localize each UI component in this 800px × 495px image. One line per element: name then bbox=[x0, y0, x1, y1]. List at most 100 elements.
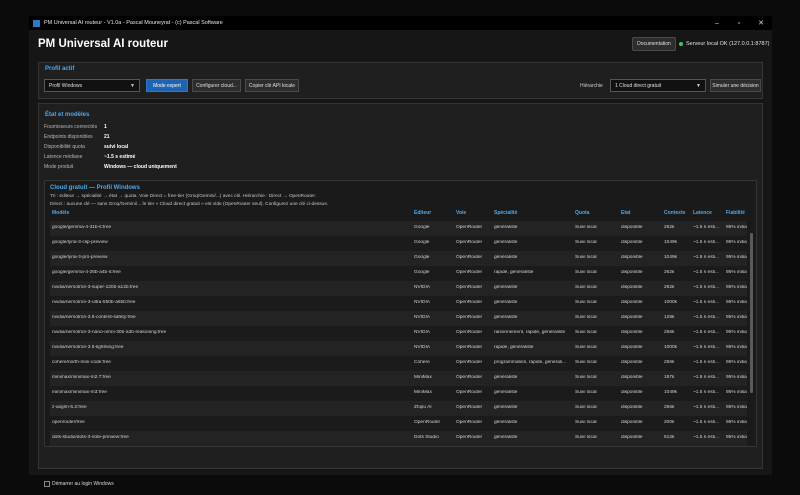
scrollbar-thumb[interactable] bbox=[750, 233, 753, 393]
table-row[interactable]: cohere/north-mini-code:free Cohere OpenRou… bbox=[50, 356, 747, 371]
table-row[interactable]: nvidia/nemotron-3-super-120b-a12b:free NV… bbox=[50, 281, 747, 296]
cell-fiabilite: 95% initial bbox=[726, 315, 747, 320]
profile-select[interactable]: Profil Windows ▼ bbox=[44, 79, 140, 92]
cell-model: cohere/north-mini-code:free bbox=[52, 360, 111, 365]
cell-etat: disponible bbox=[621, 405, 643, 410]
cell-specialite: généraliste bbox=[494, 315, 518, 320]
window-title: PM Universal AI routeur - V1.0a - Pascal… bbox=[44, 20, 223, 26]
cell-editeur: Dots Studio bbox=[414, 435, 439, 440]
cell-fiabilite: 95% initial bbox=[726, 435, 747, 440]
column-header-fiabilite[interactable]: Fiabilité bbox=[726, 210, 750, 216]
app-title: PM Universal AI routeur bbox=[38, 38, 168, 50]
table-row[interactable]: google/gemma-4-31b-it:free Google OpenRout… bbox=[50, 221, 747, 236]
hierarchy-label: Hiérarchie bbox=[580, 83, 603, 89]
cell-fiabilite: 95% initial bbox=[726, 300, 747, 305]
cell-contexte: 1049k bbox=[664, 255, 678, 260]
window-titlebar[interactable]: PM Universal AI routeur - V1.0a - Pascal… bbox=[29, 16, 772, 30]
configure-cloud-button[interactable]: Configurer cloud... bbox=[192, 79, 241, 92]
cloud-panel-title: Cloud gratuit — Profil Windows bbox=[50, 185, 140, 191]
cell-etat: disponible bbox=[621, 345, 643, 350]
cell-editeur: MiniMax bbox=[414, 390, 432, 395]
column-header-model[interactable]: Modèle bbox=[52, 210, 207, 216]
cell-contexte: 128k bbox=[664, 315, 675, 320]
cell-latence: ~1.5 s esti... bbox=[693, 420, 719, 425]
minimize-icon[interactable]: – bbox=[706, 16, 728, 30]
stat-row: Latence médiane ~1.5 s estimé bbox=[44, 154, 135, 160]
cell-model: dots-studio/dots-3-note-preview:free bbox=[52, 435, 129, 440]
cell-etat: disponible bbox=[621, 435, 643, 440]
table-row[interactable]: z-ai/glm-5.2:free Zhipu AI OpenRouter génér… bbox=[50, 401, 747, 416]
cell-etat: disponible bbox=[621, 360, 643, 365]
column-header-editeur[interactable]: Éditeur bbox=[414, 210, 454, 216]
copy-api-key-button[interactable]: Copier clé API locale bbox=[245, 79, 299, 92]
table-row[interactable]: nvidia/nemotron-3-nano-omni-30b-a3b-reas… bbox=[50, 326, 747, 341]
close-icon[interactable]: ✕ bbox=[750, 16, 772, 30]
startup-checkbox[interactable] bbox=[44, 481, 50, 487]
cell-quota: Suivi local bbox=[575, 285, 597, 290]
stat-value: suivi local bbox=[104, 144, 129, 150]
cell-latence: ~1.5 s esti... bbox=[693, 435, 719, 440]
cell-latence: ~1.5 s esti... bbox=[693, 300, 719, 305]
cell-fiabilite: 95% initial bbox=[726, 420, 747, 425]
maximize-icon[interactable]: ▫ bbox=[728, 16, 750, 30]
cell-voie: OpenRouter bbox=[456, 285, 483, 290]
startup-checkbox-label: Démarrer au login Windows bbox=[52, 481, 114, 487]
cell-specialite: généraliste bbox=[494, 405, 518, 410]
cell-editeur: Zhipu AI bbox=[414, 405, 432, 410]
table-row[interactable]: openrouter/free OpenRouter OpenRouter génér… bbox=[50, 416, 747, 431]
cell-contexte: 256k bbox=[664, 360, 675, 365]
status-dot-icon bbox=[679, 42, 683, 46]
cell-quota: Suivi local bbox=[575, 435, 597, 440]
cell-model: google/gemma-4-26b-a4b-it:free bbox=[52, 270, 121, 275]
column-header-contexte[interactable]: Contexte bbox=[664, 210, 692, 216]
cell-model: nvidia/nemotron-3.5-content-safety:free bbox=[52, 315, 136, 320]
cell-specialite: raisonnement, rapide, généraliste bbox=[494, 330, 566, 335]
hierarchy-select-value: 1 Cloud direct gratuit bbox=[615, 82, 662, 89]
cell-latence: ~1.5 s esti... bbox=[693, 315, 719, 320]
cell-etat: disponible bbox=[621, 240, 643, 245]
cell-latence: ~1.5 s esti... bbox=[693, 285, 719, 290]
cell-contexte: 1049k bbox=[664, 240, 678, 245]
profile-select-value: Profil Windows bbox=[49, 82, 83, 89]
table-row[interactable]: nvidia/nemotron-3.5-content-safety:free N… bbox=[50, 311, 747, 326]
cell-voie: OpenRouter bbox=[456, 375, 483, 380]
table-row[interactable]: minimax/minimax-m3:free MiniMax OpenRouter… bbox=[50, 386, 747, 401]
table-row[interactable]: nvidia/nemotron-3.5-lightning:free NVIDIA… bbox=[50, 341, 747, 356]
simulate-decision-button[interactable]: Simuler une décision bbox=[710, 79, 761, 92]
cell-specialite: généraliste bbox=[494, 435, 518, 440]
stat-row: Mode produit Windows — cloud uniquement bbox=[44, 164, 177, 170]
column-header-voie[interactable]: Voie bbox=[456, 210, 492, 216]
cell-quota: Suivi local bbox=[575, 255, 597, 260]
mode-expert-button[interactable]: Mode expert bbox=[146, 79, 188, 92]
cell-model: google/lyria-3-pro-preview bbox=[52, 255, 108, 260]
table-row[interactable]: google/lyria-3-pro-preview Google OpenRout… bbox=[50, 251, 747, 266]
table-row[interactable]: dots-studio/dots-3-note-preview:free Dots… bbox=[50, 431, 747, 446]
cell-specialite: généraliste bbox=[494, 390, 518, 395]
table-row[interactable]: google/lyria-3-clip-preview Google OpenRou… bbox=[50, 236, 747, 251]
startup-checkbox-row[interactable]: Démarrer au login Windows bbox=[44, 481, 114, 487]
cell-fiabilite: 95% initial bbox=[726, 270, 747, 275]
cell-contexte: 256k bbox=[664, 330, 675, 335]
profil-panel-title: Profil actif bbox=[45, 66, 75, 72]
cell-model: minimax/minimax-m2.7:free bbox=[52, 375, 111, 380]
column-header-etat[interactable]: État bbox=[621, 210, 661, 216]
cell-quota: Suivi local bbox=[575, 405, 597, 410]
table-row[interactable]: google/gemma-4-26b-a4b-it:free Google Open… bbox=[50, 266, 747, 281]
cell-model: nvidia/nemotron-3-ultra-550b-a55b:free bbox=[52, 300, 136, 305]
column-header-quota[interactable]: Quota bbox=[575, 210, 615, 216]
hierarchy-select[interactable]: 1 Cloud direct gratuit ▼ bbox=[610, 79, 706, 92]
column-header-specialite[interactable]: Spécialité bbox=[494, 210, 572, 216]
cell-voie: OpenRouter bbox=[456, 345, 483, 350]
cell-quota: Suivi local bbox=[575, 345, 597, 350]
table-row[interactable]: nvidia/nemotron-3-ultra-550b-a55b:free NV… bbox=[50, 296, 747, 311]
cell-quota: Suivi local bbox=[575, 375, 597, 380]
cell-voie: OpenRouter bbox=[456, 255, 483, 260]
cell-specialite: généraliste bbox=[494, 240, 518, 245]
cell-quota: Suivi local bbox=[575, 270, 597, 275]
stat-row: Endpoints disponibles 21 bbox=[44, 134, 110, 140]
column-header-latence[interactable]: Latence bbox=[693, 210, 720, 216]
documentation-button[interactable]: Documentation bbox=[632, 37, 676, 51]
cell-fiabilite: 95% initial bbox=[726, 375, 747, 380]
table-scrollbar[interactable] bbox=[750, 221, 753, 443]
table-row[interactable]: minimax/minimax-m2.7:free MiniMax OpenRout… bbox=[50, 371, 747, 386]
